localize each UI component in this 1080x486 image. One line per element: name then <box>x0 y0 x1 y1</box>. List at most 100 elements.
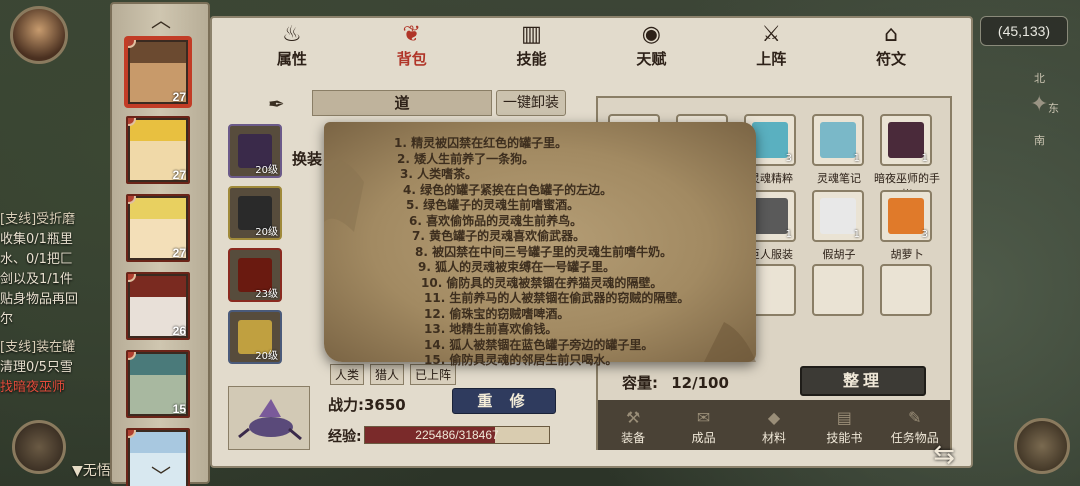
category-tab[interactable]: ⚒ 装备 <box>603 407 663 446</box>
empty-inventory-slot[interactable] <box>812 264 864 316</box>
category-tab[interactable]: ◆ 材料 <box>744 407 804 446</box>
equipment-level: 20级 <box>255 165 278 176</box>
sort-button[interactable]: 整理 <box>800 366 926 396</box>
riddle-clue: 14. 狐人被禁锢在蓝色罐子旁边的罐子里。 <box>424 337 654 352</box>
bag-icon: ✉ <box>696 408 711 427</box>
equipment-slot[interactable]: 20级 <box>228 310 282 364</box>
inventory-slot[interactable]: 1 <box>880 114 932 166</box>
equipment-level: 20级 <box>255 351 278 362</box>
quest-line: 水、0/1把匚 <box>0 252 73 267</box>
riddle-parchment[interactable]: 1. 精灵被囚禁在红色的罐子里。 2. 矮人生前养了一条狗。 3. 人类嗜茶。 4. … <box>324 122 756 367</box>
tab-0[interactable]: ♨ 属性 <box>257 18 327 80</box>
crossed-swords-icon: ⚔ <box>761 22 782 47</box>
quest-line: 收集0/1瓶里 <box>0 232 73 247</box>
backpack-icon: ❦ <box>402 22 421 47</box>
tab-5[interactable]: ⌂ 符文 <box>856 18 926 80</box>
riddle-clue: 9. 狐人的灵魂被束缚在一号罐子里。 <box>418 260 616 274</box>
tab-4[interactable]: ⚔ 上阵 <box>736 18 806 80</box>
riddle-clue: 10. 偷防具的灵魂被禁锢在养猫灵魂的隔壁。 <box>421 275 663 290</box>
riddle-clue: 8. 被囚禁在中间三号罐子里的灵魂生前嗜牛奶。 <box>415 244 673 259</box>
category-label: 技能书 <box>826 431 863 445</box>
character-card[interactable]: 15 <box>126 350 190 418</box>
tab-2[interactable]: ▥ 技能 <box>497 18 567 80</box>
scroll-up-icon[interactable]: ︿ <box>146 4 176 33</box>
riddle-clue: 13. 地精生前喜欢偷钱。 <box>424 322 558 336</box>
inventory-item-icon <box>752 198 788 234</box>
panel-tabs: ♨ 属性 ❦ 背包 ▥ 技能 ◉ 天赋 ⚔ 上阵 ⌂ 符文 <box>212 18 971 80</box>
scroll-down-icon[interactable]: ﹀ <box>146 460 176 486</box>
inventory-item-icon <box>752 122 788 158</box>
riddle-clue: 4. 绿色的罐子紧挨在白色罐子的左边。 <box>403 182 613 197</box>
equipment-slot[interactable]: 23级 <box>228 248 282 302</box>
tab-1[interactable]: ❦ 背包 <box>377 18 447 80</box>
tab-label: 上阵 <box>756 50 787 68</box>
capacity-label: 容量: <box>622 374 658 392</box>
tab-3[interactable]: ◉ 天赋 <box>616 18 686 80</box>
riddle-clue-list: 1. 精灵被囚禁在红色的罐子里。 2. 矮人生前养了一条狗。 3. 人类嗜茶。 4. … <box>394 136 744 369</box>
quest-collapse-toggle[interactable]: ▼无悟 <box>72 460 111 480</box>
switch-arrows-icon[interactable]: ⇆ <box>922 440 966 480</box>
character-card[interactable]: 27 <box>126 116 190 184</box>
swap-outfit-label[interactable]: 换装 <box>292 148 322 169</box>
bottom-left-action-button[interactable] <box>12 420 66 474</box>
compass-rose-icon: ✦ <box>1030 92 1049 117</box>
quest-line: 尔 <box>0 312 14 327</box>
equipment-level: 23级 <box>255 289 278 300</box>
riddle-clue: 5. 绿色罐子的灵魂生前嗜蜜酒。 <box>406 198 580 212</box>
pet-portrait[interactable] <box>228 386 310 450</box>
tab-label: 技能 <box>516 50 547 68</box>
item-count: 1 <box>853 229 860 240</box>
quest-line: 剑以及1/1件 <box>0 272 73 287</box>
inventory-slot[interactable]: 3 <box>880 190 932 242</box>
riddle-clue: 2. 矮人生前养了一条狗。 <box>397 151 535 166</box>
category-label: 装备 <box>621 431 646 445</box>
category-tab[interactable]: ▤ 技能书 <box>814 407 874 446</box>
inventory-category-bar: ⚒ 装备 ✉ 成品 ◆ 材料 ▤ 技能书 ✎ 任务物品 <box>598 400 950 450</box>
book-icon: ▥ <box>521 22 542 47</box>
riddle-clue: 7. 黄色罐子的灵魂喜欢偷武器。 <box>412 229 586 243</box>
tab-label: 天赋 <box>636 50 667 68</box>
quest-tracker[interactable]: [支线]受折磨 收集0/1瓶里 水、0/1把匚 剑以及1/1件 贴身物品再回尔 [支线]装… <box>0 210 120 398</box>
character-level: 27 <box>172 90 186 104</box>
inventory-item-icon <box>888 122 924 158</box>
compass-icon: 北 东 南 ✦ <box>1020 70 1060 150</box>
character-level: 27 <box>172 246 186 260</box>
item-count: 1 <box>785 229 792 240</box>
dragon-pet-icon <box>238 399 302 441</box>
quest-line: 清理0/5只雪 <box>0 360 73 375</box>
character-list: ︿ 27 27 27 26 15 ﹀ <box>110 2 210 486</box>
empty-inventory-slot[interactable] <box>880 264 932 316</box>
inventory-slot[interactable]: 1 <box>812 190 864 242</box>
house-icon: ⌂ <box>884 22 899 47</box>
repair-button[interactable]: 重 修 <box>452 388 556 414</box>
equipment-section-title: 道 <box>312 90 492 116</box>
quest-letter-icon: ✎ <box>908 408 922 427</box>
item-count: 3 <box>785 153 792 164</box>
player-avatar[interactable] <box>10 6 68 64</box>
quest-line: 找暗夜巫师 <box>0 380 66 395</box>
character-card[interactable]: 26 <box>126 272 190 340</box>
item-name: 灵魂笔记 <box>817 172 861 185</box>
exp-progress-text: 225486/318467 <box>415 428 499 442</box>
item-name: 胡萝卜 <box>890 248 924 261</box>
quest-line: [支线]受折磨 <box>0 212 76 227</box>
equipment-slot[interactable]: 20级 <box>228 186 282 240</box>
character-card[interactable]: 27 <box>126 194 190 262</box>
tab-label: 属性 <box>276 50 307 68</box>
character-card[interactable]: 27 <box>126 38 190 106</box>
category-label: 成品 <box>691 431 716 445</box>
exp-label: 经验: <box>328 429 362 445</box>
unequip-all-button[interactable]: 一键卸装 <box>496 90 566 116</box>
character-level: 26 <box>172 324 186 338</box>
riddle-clue: 12. 偷珠宝的窃贼嗜啤酒。 <box>424 306 570 321</box>
exp-progress-bar: 225486/318467 <box>364 426 550 444</box>
inventory-slot[interactable]: 1 <box>812 114 864 166</box>
riddle-clue: 3. 人类嗜茶。 <box>400 167 478 181</box>
tab-label: 背包 <box>396 50 427 68</box>
feather-quill-icon: ✒ <box>268 92 285 116</box>
scroll-icon: ▤ <box>836 408 852 427</box>
bottom-right-action-button[interactable] <box>1014 418 1070 474</box>
equipment-slot[interactable]: 20级 <box>228 124 282 178</box>
category-tab[interactable]: ✉ 成品 <box>674 407 734 446</box>
tab-label: 符文 <box>876 50 907 68</box>
